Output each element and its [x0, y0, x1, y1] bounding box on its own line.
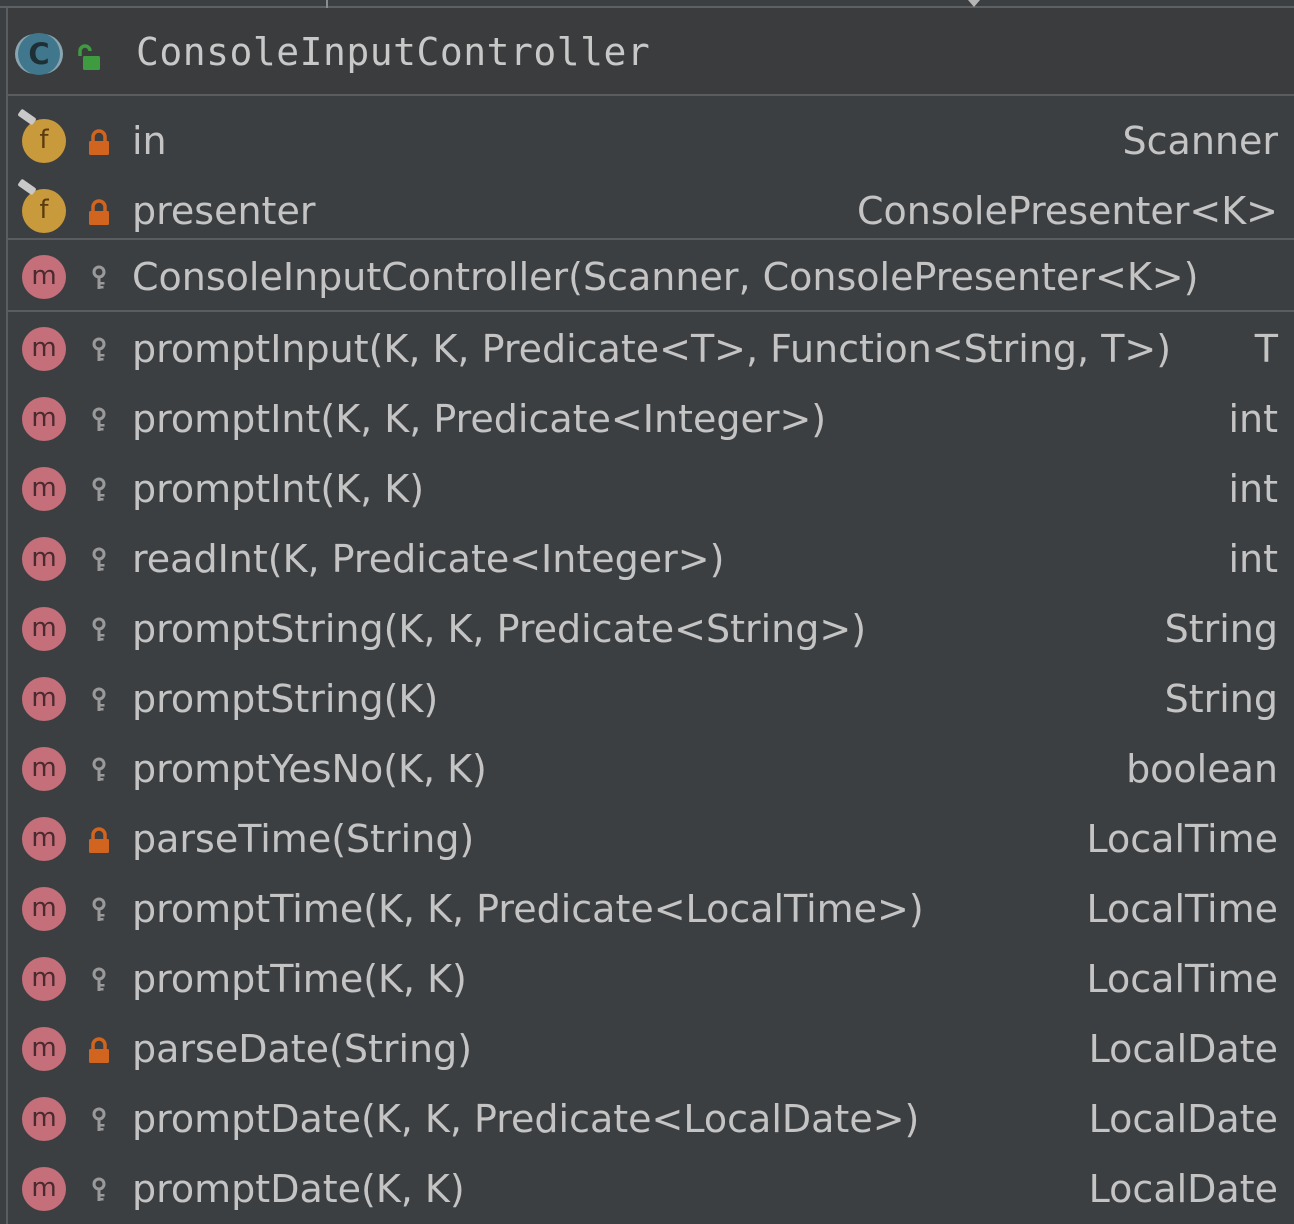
method-icon: m: [22, 887, 66, 931]
member-type: LocalTime: [1086, 957, 1278, 1001]
method-icon: m: [22, 537, 66, 581]
package-key-icon: [92, 547, 106, 571]
member-name: promptInput(K, K, Predicate<T>, Function…: [132, 327, 1172, 371]
package-key-icon: [92, 477, 106, 501]
member-type: Scanner: [1122, 119, 1278, 163]
method-icon: m: [22, 957, 66, 1001]
method-icon: m: [22, 255, 66, 299]
member-type: String: [1164, 607, 1278, 651]
method-row[interactable]: m parseTime(String) LocalTime: [8, 804, 1294, 874]
method-icon: m: [22, 817, 66, 861]
member-name: parseDate(String): [132, 1027, 473, 1071]
package-key-icon: [92, 1107, 106, 1131]
member-name: promptDate(K, K): [132, 1167, 465, 1211]
method-row[interactable]: m promptString(K, K, Predicate<String>) St…: [8, 594, 1294, 664]
member-type: LocalTime: [1086, 817, 1278, 861]
member-name: promptString(K): [132, 677, 439, 721]
field-icon: f: [22, 119, 66, 163]
private-lock-icon: [89, 129, 109, 155]
method-row[interactable]: m parseDate(String) LocalDate: [8, 1014, 1294, 1084]
member-name: in: [132, 119, 167, 163]
method-icon: m: [22, 1167, 66, 1211]
member-name: readInt(K, Predicate<Integer>): [132, 537, 725, 581]
member-name: promptDate(K, K, Predicate<LocalDate>): [132, 1097, 920, 1141]
package-key-icon: [92, 757, 106, 781]
method-icon: m: [22, 467, 66, 511]
private-lock-icon: [89, 1037, 109, 1063]
member-name: ConsoleInputController(Scanner, ConsoleP…: [132, 255, 1199, 299]
method-icon: m: [22, 1027, 66, 1071]
class-diagram-node[interactable]: C ConsoleInputController f in Scanner f pres…: [6, 8, 1294, 1224]
member-type: int: [1228, 397, 1278, 441]
class-header[interactable]: C ConsoleInputController: [8, 8, 1294, 96]
class-title: ConsoleInputController: [136, 30, 651, 74]
method-row[interactable]: m promptTime(K, K) LocalTime: [8, 944, 1294, 1014]
package-key-icon: [92, 687, 106, 711]
member-name: presenter: [132, 189, 316, 233]
method-row[interactable]: m promptInput(K, K, Predicate<T>, Functio…: [8, 314, 1294, 384]
method-icon: m: [22, 327, 66, 371]
field-row[interactable]: f in Scanner: [8, 106, 1294, 176]
member-type: T: [1254, 327, 1278, 371]
member-name: parseTime(String): [132, 817, 475, 861]
method-icon: m: [22, 677, 66, 721]
method-row[interactable]: m promptTime(K, K, Predicate<LocalTime>) L…: [8, 874, 1294, 944]
member-name: promptInt(K, K): [132, 467, 425, 511]
member-name: promptTime(K, K): [132, 957, 467, 1001]
method-row[interactable]: m readInt(K, Predicate<Integer>) int: [8, 524, 1294, 594]
package-key-icon: [92, 1177, 106, 1201]
top-ruler: [0, 0, 1294, 8]
method-icon: m: [22, 607, 66, 651]
member-type: LocalDate: [1088, 1027, 1278, 1071]
method-row[interactable]: m promptString(K) String: [8, 664, 1294, 734]
private-lock-icon: [89, 199, 109, 225]
ruler-marker-icon: [968, 0, 980, 7]
method-row[interactable]: m promptDate(K, K, Predicate<LocalDate>) L…: [8, 1084, 1294, 1154]
method-icon: m: [22, 397, 66, 441]
member-name: promptInt(K, K, Predicate<Integer>): [132, 397, 827, 441]
private-lock-icon: [89, 827, 109, 853]
class-icon: C: [18, 33, 60, 75]
field-row[interactable]: f presenter ConsolePresenter<K>: [8, 176, 1294, 246]
member-type: boolean: [1126, 747, 1278, 791]
package-key-icon: [92, 617, 106, 641]
member-type: LocalDate: [1088, 1097, 1278, 1141]
member-type: LocalTime: [1086, 887, 1278, 931]
member-name: promptString(K, K, Predicate<String>): [132, 607, 867, 651]
methods-section: m promptInput(K, K, Predicate<T>, Functio…: [8, 312, 1294, 1224]
member-type: ConsolePresenter<K>: [856, 189, 1278, 233]
package-key-icon: [92, 967, 106, 991]
package-key-icon: [92, 265, 106, 289]
field-icon: f: [22, 189, 66, 233]
fields-section: f in Scanner f presenter ConsolePresenter<K>: [8, 96, 1294, 240]
member-name: promptTime(K, K, Predicate<LocalTime>): [132, 887, 924, 931]
public-unlock-icon: [78, 44, 100, 70]
constructors-section: m ConsoleInputController(Scanner, Console…: [8, 240, 1294, 312]
constructor-row[interactable]: m ConsoleInputController(Scanner, Console…: [8, 242, 1294, 312]
method-icon: m: [22, 747, 66, 791]
method-row[interactable]: m promptInt(K, K) int: [8, 454, 1294, 524]
member-type: int: [1228, 537, 1278, 581]
member-type: int: [1228, 467, 1278, 511]
method-row[interactable]: m promptYesNo(K, K) boolean: [8, 734, 1294, 804]
package-key-icon: [92, 897, 106, 921]
package-key-icon: [92, 407, 106, 431]
member-type: String: [1164, 677, 1278, 721]
method-row[interactable]: m promptInt(K, K, Predicate<Integer>) int: [8, 384, 1294, 454]
member-name: promptYesNo(K, K): [132, 747, 487, 791]
member-type: LocalDate: [1088, 1167, 1278, 1211]
method-row[interactable]: m promptDate(K, K) LocalDate: [8, 1154, 1294, 1224]
method-icon: m: [22, 1097, 66, 1141]
package-key-icon: [92, 337, 106, 361]
ruler-tick: [326, 0, 328, 8]
